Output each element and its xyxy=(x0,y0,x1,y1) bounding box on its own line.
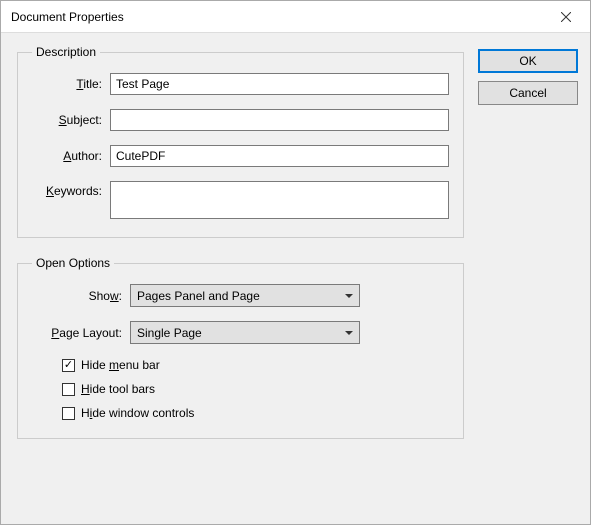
close-icon[interactable] xyxy=(544,2,588,32)
show-row: Show: Pages Panel and Page xyxy=(32,284,449,307)
subject-row: Subject: xyxy=(32,109,449,131)
hide-tool-bars-label: Hide tool bars xyxy=(81,382,155,396)
show-label: Show: xyxy=(32,289,130,303)
title-input[interactable] xyxy=(110,73,449,95)
ok-button[interactable]: OK xyxy=(478,49,578,73)
open-options-legend: Open Options xyxy=(32,256,114,270)
page-layout-select[interactable]: Single Page xyxy=(130,321,360,344)
hide-menu-bar-checkbox[interactable]: ✓ xyxy=(62,359,75,372)
titlebar: Document Properties xyxy=(1,1,590,33)
cancel-button[interactable]: Cancel xyxy=(478,81,578,105)
author-label: Author: xyxy=(32,149,110,163)
hide-window-controls-checkbox[interactable] xyxy=(62,407,75,420)
show-select[interactable]: Pages Panel and Page xyxy=(130,284,360,307)
keywords-row: Keywords: xyxy=(32,181,449,219)
chevron-down-icon xyxy=(345,294,353,298)
dialog-body: Description Title: Subject: Author: Keyw… xyxy=(1,33,590,524)
keywords-input[interactable] xyxy=(110,181,449,219)
page-layout-row: Page Layout: Single Page xyxy=(32,321,449,344)
hide-tool-bars-row[interactable]: Hide tool bars xyxy=(62,382,449,396)
title-label: Title: xyxy=(32,77,110,91)
page-layout-select-value: Single Page xyxy=(137,326,345,340)
show-select-value: Pages Panel and Page xyxy=(137,289,345,303)
hide-menu-bar-label: Hide menu bar xyxy=(81,358,160,372)
window-title: Document Properties xyxy=(11,10,544,24)
description-group: Description Title: Subject: Author: Keyw… xyxy=(17,45,464,238)
hide-window-controls-label: Hide window controls xyxy=(81,406,194,420)
chevron-down-icon xyxy=(345,331,353,335)
author-row: Author: xyxy=(32,145,449,167)
hide-menu-bar-row[interactable]: ✓ Hide menu bar xyxy=(62,358,449,372)
left-column: Description Title: Subject: Author: Keyw… xyxy=(17,45,464,512)
open-options-group: Open Options Show: Pages Panel and Page … xyxy=(17,256,464,439)
subject-input[interactable] xyxy=(110,109,449,131)
title-row: Title: xyxy=(32,73,449,95)
dialog-window: Document Properties Description Title: S… xyxy=(0,0,591,525)
page-layout-label: Page Layout: xyxy=(32,326,130,340)
right-column: OK Cancel xyxy=(478,45,578,512)
author-input[interactable] xyxy=(110,145,449,167)
description-legend: Description xyxy=(32,45,100,59)
hide-window-controls-row[interactable]: Hide window controls xyxy=(62,406,449,420)
keywords-label: Keywords: xyxy=(32,181,110,198)
hide-tool-bars-checkbox[interactable] xyxy=(62,383,75,396)
subject-label: Subject: xyxy=(32,113,110,127)
